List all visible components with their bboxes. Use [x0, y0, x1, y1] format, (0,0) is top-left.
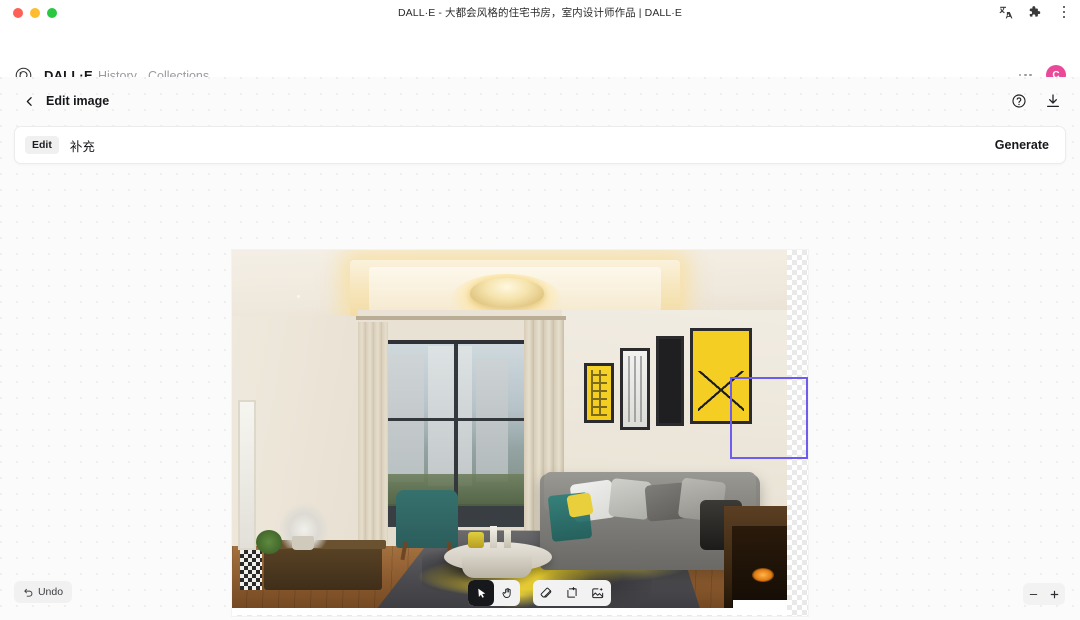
zoom-controls	[1023, 583, 1065, 605]
generation-frame[interactable]	[232, 250, 808, 616]
pointer-tool-group	[468, 580, 520, 606]
prompt-bar[interactable]: Edit 补充 Generate	[14, 126, 1066, 164]
browser-toolbar-icons	[998, 4, 1072, 20]
site-navigation-bar: DALL·E History Collections C	[0, 25, 1080, 85]
browser-menu-icon[interactable]	[1056, 4, 1072, 20]
help-icon[interactable]	[1009, 91, 1028, 110]
extensions-puzzle-icon[interactable]	[1027, 4, 1043, 20]
editor-header-actions	[1009, 91, 1062, 110]
eraser-tool[interactable]	[533, 580, 559, 606]
select-tool[interactable]	[468, 580, 494, 606]
browser-tab-title: DALL·E - 大都会风格的住宅书房，室内设计师作品 | DALL·E	[397, 7, 683, 19]
generate-button[interactable]: Generate	[991, 136, 1053, 154]
add-image-tool[interactable]	[585, 580, 611, 606]
image-canvas[interactable]	[0, 173, 1080, 620]
editor-workspace: Edit image Edit 补充 Generate Undo	[0, 77, 1080, 620]
crop-frame-tool[interactable]	[559, 580, 585, 606]
browser-title-bar: DALL·E - 大都会风格的住宅书房，室内设计师作品 | DALL·E	[0, 0, 1080, 25]
dalle-edit-image-page: DALL·E - 大都会风格的住宅书房，室内设计师作品 | DALL·E DAL…	[0, 0, 1080, 620]
editor-header: Edit image	[0, 77, 1080, 126]
zoom-out-button[interactable]	[1023, 583, 1044, 605]
back-chevron-icon[interactable]	[20, 92, 38, 110]
edit-mode-chip[interactable]: Edit	[25, 136, 59, 154]
zoom-in-button[interactable]	[1044, 583, 1065, 605]
undo-button[interactable]: Undo	[14, 581, 72, 603]
prompt-input[interactable]: 补充	[70, 136, 95, 155]
canvas-toolbar	[468, 580, 611, 606]
download-icon[interactable]	[1043, 91, 1062, 110]
pan-hand-tool[interactable]	[494, 580, 520, 606]
undo-label: Undo	[37, 586, 64, 598]
translate-icon[interactable]	[998, 4, 1014, 20]
undo-icon	[24, 588, 33, 597]
generated-image[interactable]	[232, 250, 787, 615]
edit-tool-group	[533, 580, 611, 606]
page-title: Edit image	[46, 94, 110, 108]
